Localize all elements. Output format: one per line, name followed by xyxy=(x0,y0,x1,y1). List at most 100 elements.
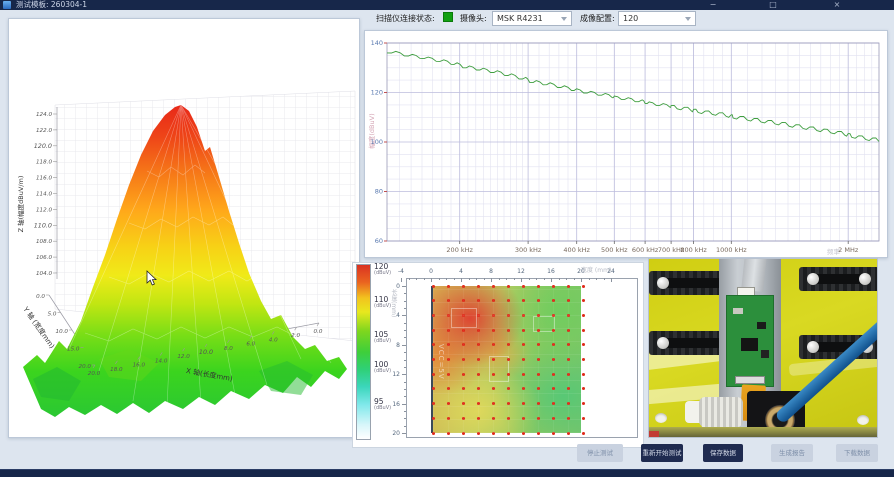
y-minor-tick xyxy=(404,360,406,361)
measurement-point xyxy=(537,314,540,317)
y-minor-tick xyxy=(404,418,406,419)
x-minor-tick xyxy=(506,278,507,280)
x-minor-tick xyxy=(611,278,612,282)
measurement-point xyxy=(462,329,465,332)
close-button[interactable]: × xyxy=(830,0,844,10)
x-tick-label: 6.0 xyxy=(246,342,255,348)
measurement-point xyxy=(567,343,570,346)
z-tick-label: 114.0 xyxy=(36,192,52,198)
measurement-point xyxy=(567,314,570,317)
maximize-button[interactable]: □ xyxy=(766,0,780,10)
surface-3d-plot[interactable]: Z 轴(幅度dBuV/m) X 轴(长度mm) Y 轴 (宽度mm) 124.0… xyxy=(9,19,359,437)
minimize-button[interactable]: − xyxy=(706,0,720,10)
y-tick-label: 15.0 xyxy=(67,347,80,353)
measurement-point xyxy=(447,417,450,420)
z-tick-label: 120.0 xyxy=(34,142,52,150)
z-tick-label: 112.0 xyxy=(36,207,52,213)
measurement-point xyxy=(507,417,510,420)
x-tick-label: 14.0 xyxy=(155,358,168,364)
measurement-point xyxy=(432,285,435,288)
measurement-point xyxy=(477,343,480,346)
measurement-point xyxy=(432,343,435,346)
x-minor-tick xyxy=(416,278,417,280)
measurement-point xyxy=(432,432,435,435)
measurement-point xyxy=(462,402,465,405)
camera-label: 摄像头: xyxy=(460,13,487,24)
titlebar: 测试模板: 260304-1 − □ × xyxy=(0,0,894,10)
measurement-point xyxy=(477,373,480,376)
measurement-point xyxy=(552,329,555,332)
pcb-chip xyxy=(741,338,758,351)
x-minor-tick xyxy=(574,278,575,280)
pcb-silkscreen-text: VCC=5V xyxy=(437,344,445,380)
x-minor-tick xyxy=(589,278,590,280)
y-minor-tick xyxy=(402,404,406,405)
save-data-button[interactable]: 保存数据 xyxy=(703,444,743,462)
x-tick-label: 0.0 xyxy=(314,329,323,335)
measurement-point xyxy=(522,299,525,302)
measurement-point xyxy=(432,358,435,361)
measurement-point xyxy=(582,285,585,288)
heat-x-tick-label: 4 xyxy=(452,268,470,275)
measurement-point xyxy=(552,432,555,435)
measurement-point xyxy=(477,329,480,332)
x-minor-tick xyxy=(529,278,530,280)
measurement-point xyxy=(492,402,495,405)
z-tick-label: 104.0 xyxy=(36,271,52,277)
imaging-config-select[interactable]: 120 xyxy=(618,11,696,26)
measurement-point xyxy=(447,387,450,390)
y-tick-label: 140 xyxy=(371,39,383,47)
measurement-point xyxy=(447,299,450,302)
measurement-point xyxy=(477,402,480,405)
restart-test-button[interactable]: 重新开始测试 xyxy=(641,444,683,462)
measurement-point xyxy=(552,417,555,420)
bolt xyxy=(859,273,871,285)
stop-test-button[interactable]: 停止测试 xyxy=(577,444,623,462)
x-minor-tick xyxy=(596,278,597,280)
measurement-point xyxy=(507,285,510,288)
surface-3d-panel[interactable]: Z 轴(幅度dBuV/m) X 轴(长度mm) Y 轴 (宽度mm) 124.0… xyxy=(8,18,360,438)
x-minor-tick xyxy=(454,278,455,280)
generate-report-button[interactable]: 生成报告 xyxy=(771,444,813,462)
x-minor-tick xyxy=(514,278,515,280)
measurement-point xyxy=(432,314,435,317)
measurement-point xyxy=(552,314,555,317)
measurement-point xyxy=(507,314,510,317)
download-data-button[interactable]: 下载数据 xyxy=(836,444,878,462)
measurement-point xyxy=(447,373,450,376)
measurement-point xyxy=(507,299,510,302)
app-icon xyxy=(3,1,11,9)
heat-y-tick-label: 8 xyxy=(384,342,400,349)
y-tick-label: 100 xyxy=(371,138,383,146)
measurement-point xyxy=(447,314,450,317)
heatmap-x-label: 宽度 (mm) xyxy=(581,265,611,274)
y-tick-label: 0.0 xyxy=(36,294,45,300)
x-minor-tick xyxy=(491,278,492,282)
pcb-chip xyxy=(757,322,766,329)
heatmap-image[interactable]: VCC=5V xyxy=(431,286,581,433)
x-minor-tick xyxy=(476,278,477,280)
app-window: 测试模板: 260304-1 − □ × 扫描仪连接状态: 摄像头: MSK R… xyxy=(0,0,894,477)
measurement-point xyxy=(447,432,450,435)
measurement-point xyxy=(477,432,480,435)
measurement-point xyxy=(507,373,510,376)
measurement-point xyxy=(477,299,480,302)
x-tick-label: 400 kHz xyxy=(563,246,590,254)
x-minor-tick xyxy=(446,278,447,280)
measurement-point xyxy=(492,329,495,332)
measurement-point xyxy=(462,432,465,435)
measurement-point xyxy=(567,373,570,376)
measurement-point xyxy=(522,329,525,332)
y-tick-label: 60 xyxy=(375,237,383,245)
measurement-point xyxy=(447,343,450,346)
measurement-point xyxy=(432,387,435,390)
camera-view-panel xyxy=(648,258,878,438)
measurement-point xyxy=(492,299,495,302)
x-minor-tick xyxy=(484,278,485,280)
z-tick-label: 108.0 xyxy=(36,239,52,245)
measurement-point xyxy=(447,402,450,405)
y-minor-tick xyxy=(402,374,406,375)
measurement-point xyxy=(492,417,495,420)
spectrum-trace xyxy=(387,51,879,141)
camera-select[interactable]: MSK R4231 xyxy=(492,11,572,26)
